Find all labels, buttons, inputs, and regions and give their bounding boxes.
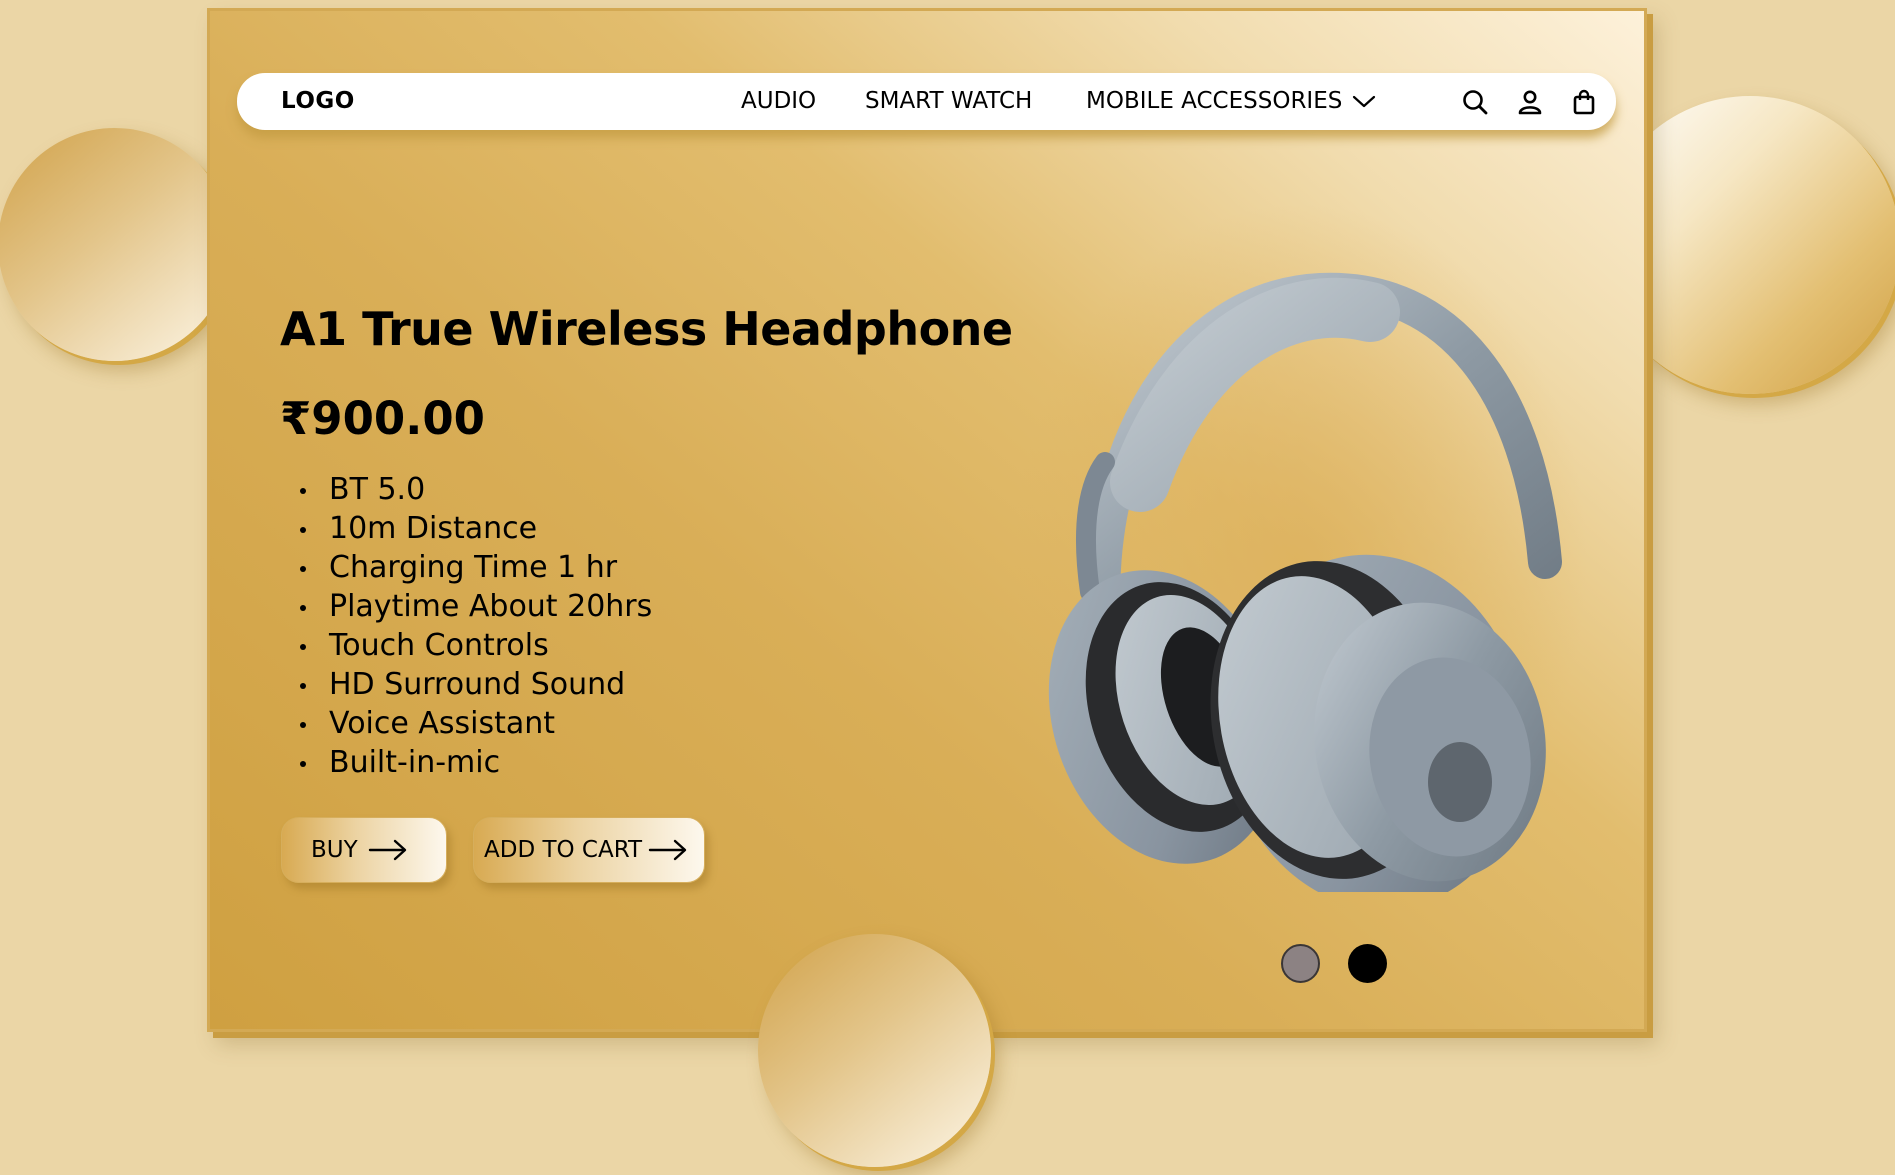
- product-price: ₹900.00: [280, 392, 485, 445]
- buy-button-label: BUY: [311, 837, 358, 863]
- shopping-bag-icon[interactable]: [1570, 88, 1598, 116]
- nav-link-audio[interactable]: AUDIO: [741, 88, 816, 114]
- decorative-circle-left: [0, 128, 231, 361]
- feature-item: 10m Distance: [300, 509, 652, 548]
- chevron-down-icon: [1352, 95, 1375, 107]
- feature-item: Charging Time 1 hr: [300, 548, 652, 587]
- carousel-dot-active[interactable]: [1348, 944, 1387, 983]
- nav-link-mobile-accessories-label: MOBILE ACCESSORIES: [1086, 88, 1343, 114]
- feature-item: Built-in-mic: [300, 743, 652, 782]
- feature-list: BT 5.0 10m Distance Charging Time 1 hr P…: [300, 470, 652, 782]
- feature-item: Voice Assistant: [300, 704, 652, 743]
- decorative-circle-bottom: [758, 934, 991, 1167]
- nav-link-smart-watch[interactable]: SMART WATCH: [865, 88, 1032, 114]
- buy-button[interactable]: BUY: [281, 817, 447, 883]
- add-to-cart-button[interactable]: ADD TO CART: [473, 817, 705, 883]
- product-title: A1 True Wireless Headphone: [280, 302, 1013, 356]
- feature-item: HD Surround Sound: [300, 665, 652, 704]
- headphone-image: [1048, 272, 1562, 892]
- add-to-cart-button-label: ADD TO CART: [484, 837, 643, 863]
- feature-item: BT 5.0: [300, 470, 652, 509]
- user-icon[interactable]: [1516, 88, 1544, 116]
- feature-item: Playtime About 20hrs: [300, 587, 652, 626]
- logo[interactable]: LOGO: [281, 88, 355, 114]
- carousel-dot[interactable]: [1281, 944, 1320, 983]
- navbar: LOGO AUDIO SMART WATCH MOBILE ACCESSORIE…: [237, 73, 1616, 130]
- page: LOGO AUDIO SMART WATCH MOBILE ACCESSORIE…: [0, 0, 1895, 1175]
- search-icon[interactable]: [1461, 88, 1489, 116]
- feature-item: Touch Controls: [300, 626, 652, 665]
- nav-link-mobile-accessories[interactable]: MOBILE ACCESSORIES: [1086, 88, 1376, 114]
- arrow-right-icon: [648, 839, 687, 861]
- arrow-right-icon: [368, 839, 406, 861]
